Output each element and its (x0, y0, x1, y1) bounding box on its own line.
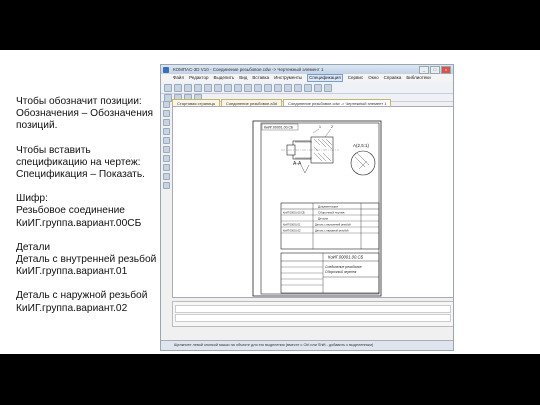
undo-icon[interactable] (234, 83, 242, 92)
title-name: Соединение резьбовое (325, 265, 362, 269)
kompas-window: КОМПАС-3D V10 - Соединение резьбовое.cdw… (160, 64, 454, 351)
redo-icon[interactable] (244, 83, 252, 92)
stamp-text: КиИГ.00001.00.СБ (264, 126, 294, 130)
menu-insert[interactable]: Вставка (252, 74, 269, 82)
window-title: КОМПАС-3D V10 - Соединение резьбовое.cdw… (173, 67, 324, 72)
refresh-icon[interactable] (284, 83, 292, 92)
tab-assembly-model[interactable]: Соединение резьбовое.a3d (220, 99, 283, 106)
spec-code-2: КиИГ.00001.02 (283, 229, 301, 233)
menu-bar: Файл Редактор Выделить Вид Вставка Инстр… (161, 74, 453, 82)
detail-circle (350, 150, 376, 176)
pan-icon[interactable] (274, 83, 282, 92)
drawing-canvas[interactable]: КиИГ.00001.00.СБ А-А 1 2 А(2,5:1) Докуме… (172, 106, 453, 298)
spec-row-details: Детали (318, 217, 328, 221)
note-positions: Чтобы обозначит позиции: Обозначения – О… (16, 96, 154, 132)
section-label: А-А (293, 161, 302, 167)
spec-code-0: КиИГ.00001.00.СБ (283, 211, 305, 215)
paste-icon[interactable] (224, 83, 232, 92)
menu-select[interactable]: Выделить (213, 74, 234, 82)
title-bar: КОМПАС-3D V10 - Соединение резьбовое.cdw… (161, 65, 453, 74)
spec-row-docs: Документация (318, 205, 338, 209)
properties-icon[interactable] (304, 83, 312, 92)
note-specification: Чтобы вставить спецификацию на чертеж: С… (16, 144, 145, 181)
title-subname: Сборочный чертеж (325, 270, 357, 274)
status-bar: Щелкните левой кнопкой мыши на объекте д… (161, 340, 453, 350)
spec-row-assembly: Сборочный чертеж (318, 211, 345, 215)
window-controls: _ □ × (419, 66, 451, 74)
copy-icon[interactable] (214, 83, 222, 92)
app-logo-icon (163, 66, 169, 73)
slide: Чтобы обозначит позиции: Обозначения – О… (0, 50, 540, 354)
note-external-thread: Деталь с наружной резьбой КиИГ.группа.ва… (16, 290, 148, 314)
cut-icon[interactable] (204, 83, 212, 92)
menu-view[interactable]: Вид (239, 74, 247, 82)
menu-tools[interactable]: Инструменты (274, 74, 302, 82)
properties-row-2[interactable] (175, 314, 451, 322)
note-cipher: Шифр: Резьбовое соединение КиИГ.группа.в… (16, 193, 142, 229)
edit-icon[interactable] (163, 128, 170, 135)
save-icon[interactable] (184, 83, 192, 92)
compact-toolbar (162, 99, 171, 302)
notes-panel: Чтобы обозначит позиции: Обозначения – О… (16, 96, 162, 327)
report-icon[interactable] (163, 182, 170, 189)
spec-tool-icon[interactable] (163, 173, 170, 180)
print-icon[interactable] (194, 83, 202, 92)
measure-tool-icon[interactable] (163, 146, 170, 153)
select-icon[interactable] (163, 155, 170, 162)
maximize-button[interactable]: □ (430, 66, 440, 74)
library-icon[interactable] (314, 83, 322, 92)
zoom-in-icon[interactable] (254, 83, 262, 92)
help-icon[interactable] (324, 83, 332, 92)
new-file-icon[interactable] (164, 83, 172, 92)
spec-code-1: КиИГ.00001.01 (283, 223, 301, 227)
position-1: 1 (319, 125, 321, 129)
title-code: КиИГ.00001.00.СБ (328, 255, 363, 260)
layers-icon[interactable] (294, 83, 302, 92)
properties-panel (172, 301, 453, 327)
tab-drawing[interactable]: Соединение резьбовое.cdw -> Чертежный эл… (283, 99, 392, 106)
associative-view-icon[interactable] (163, 164, 170, 171)
minimize-button[interactable]: _ (419, 66, 429, 74)
main-toolbar (161, 82, 453, 94)
note-internal-thread: Детали Деталь с внутренней резьбой КиИГ.… (16, 241, 157, 278)
tab-start-page[interactable]: Стартовая страница (172, 99, 220, 106)
drawing-sheet: КиИГ.00001.00.СБ А-А 1 2 А(2,5:1) Докуме… (252, 120, 382, 297)
menu-window[interactable]: Окно (368, 74, 378, 82)
dimensions-icon[interactable] (163, 110, 170, 117)
close-button[interactable]: × (441, 66, 451, 74)
position-2: 2 (331, 125, 333, 129)
parametrize-icon[interactable] (163, 137, 170, 144)
open-file-icon[interactable] (174, 83, 182, 92)
menu-specification[interactable]: Спецификация (307, 74, 343, 82)
geometry-icon[interactable] (163, 101, 170, 108)
detail-view-label: А(2,5:1) (353, 143, 370, 148)
spec-row-external: Деталь с наружной резьбой (315, 229, 349, 233)
menu-service[interactable]: Сервис (348, 74, 363, 82)
zoom-out-icon[interactable] (264, 83, 272, 92)
document-tabs: Стартовая страница Соединение резьбовое.… (172, 99, 453, 106)
spec-row-internal: Деталь с внутренней резьбой (315, 223, 351, 227)
annotation-icon[interactable] (163, 119, 170, 126)
menu-libraries[interactable]: Библиотеки (406, 74, 430, 82)
menu-file[interactable]: Файл (173, 74, 184, 82)
menu-editor[interactable]: Редактор (189, 74, 208, 82)
properties-row-1[interactable] (175, 305, 451, 313)
menu-help[interactable]: Справка (384, 74, 402, 82)
